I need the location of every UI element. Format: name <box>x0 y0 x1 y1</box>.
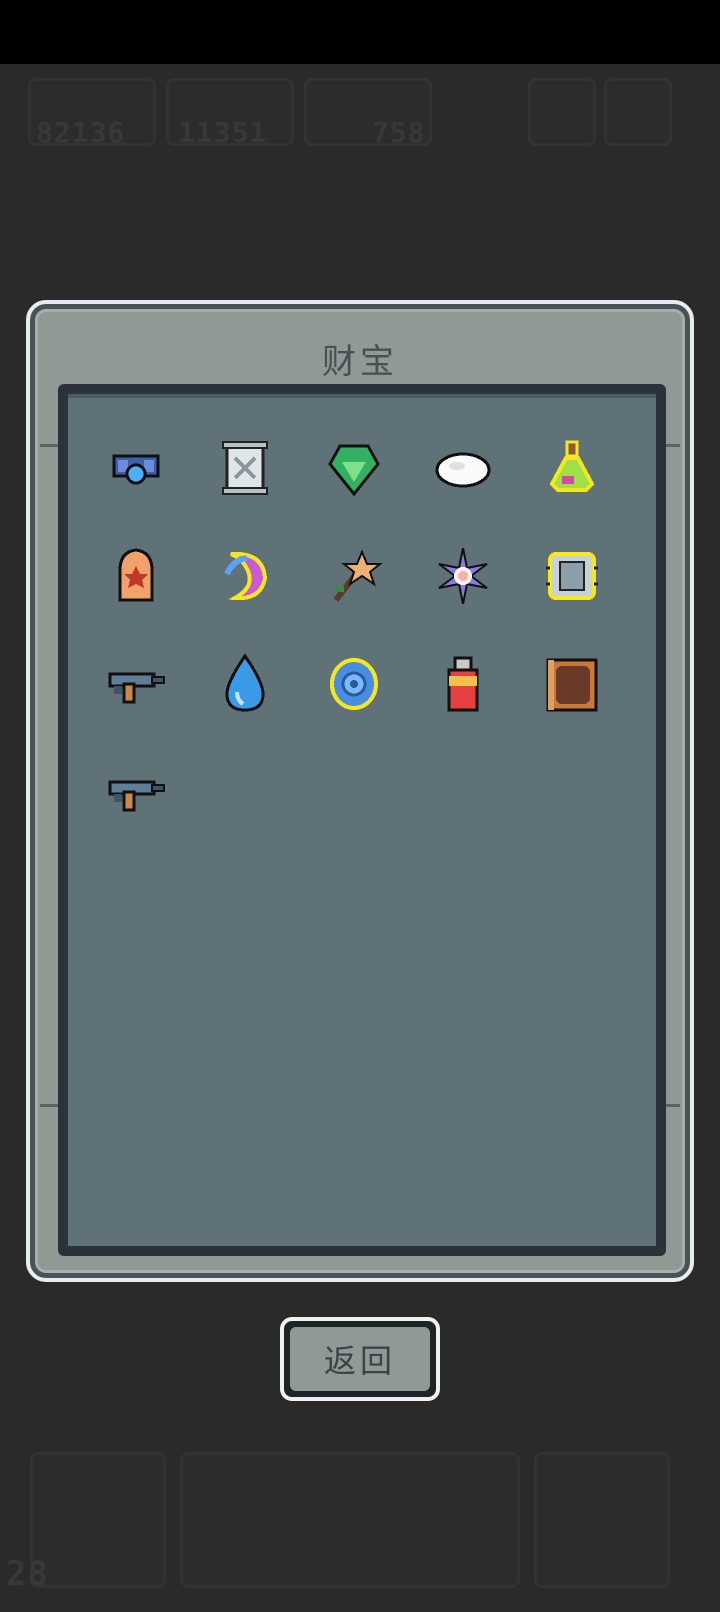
blaster-gun-icon <box>104 760 168 828</box>
blaster-gun-icon <box>104 652 168 720</box>
treasure-slot[interactable] <box>100 542 172 614</box>
treasure-slot[interactable] <box>100 434 172 506</box>
treasure-slot[interactable] <box>318 650 390 722</box>
back-button[interactable]: 返回 <box>280 1317 440 1401</box>
water-drop-icon <box>213 652 277 720</box>
dialog-title: 财宝 <box>322 342 398 382</box>
treasure-slot[interactable] <box>318 542 390 614</box>
treasure-slot[interactable] <box>209 542 281 614</box>
star-wand-icon <box>322 544 386 612</box>
bullet-shell-icon <box>104 544 168 612</box>
white-cloud-icon <box>431 436 495 504</box>
back-button-label: 返回 <box>290 1327 430 1391</box>
treasure-slot[interactable] <box>427 650 499 722</box>
treasure-slot[interactable] <box>427 542 499 614</box>
purple-flower-icon <box>431 544 495 612</box>
frame-rail <box>40 444 60 447</box>
leather-book-icon <box>540 652 604 720</box>
treasure-slot[interactable] <box>209 650 281 722</box>
treasure-slot[interactable] <box>536 650 608 722</box>
usb-drive-icon <box>431 652 495 720</box>
frame-rail <box>40 1104 60 1107</box>
blue-orb-ribbon-icon <box>104 436 168 504</box>
silver-scroll-icon <box>213 436 277 504</box>
blue-shield-icon <box>322 652 386 720</box>
treasure-slot[interactable] <box>100 650 172 722</box>
treasure-panel <box>58 384 666 1256</box>
treasure-slot[interactable] <box>427 434 499 506</box>
treasure-slot[interactable] <box>536 434 608 506</box>
status-bar <box>0 0 720 64</box>
potion-flask-icon <box>540 436 604 504</box>
treasure-slot[interactable] <box>318 434 390 506</box>
treasure-slot[interactable] <box>536 542 608 614</box>
treasure-dialog: 财宝 <box>26 300 694 1282</box>
stone-tablet-icon <box>540 544 604 612</box>
treasure-slot[interactable] <box>209 434 281 506</box>
green-gem-icon <box>322 436 386 504</box>
treasure-slot[interactable] <box>100 758 172 830</box>
crescent-moon-icon <box>213 544 277 612</box>
